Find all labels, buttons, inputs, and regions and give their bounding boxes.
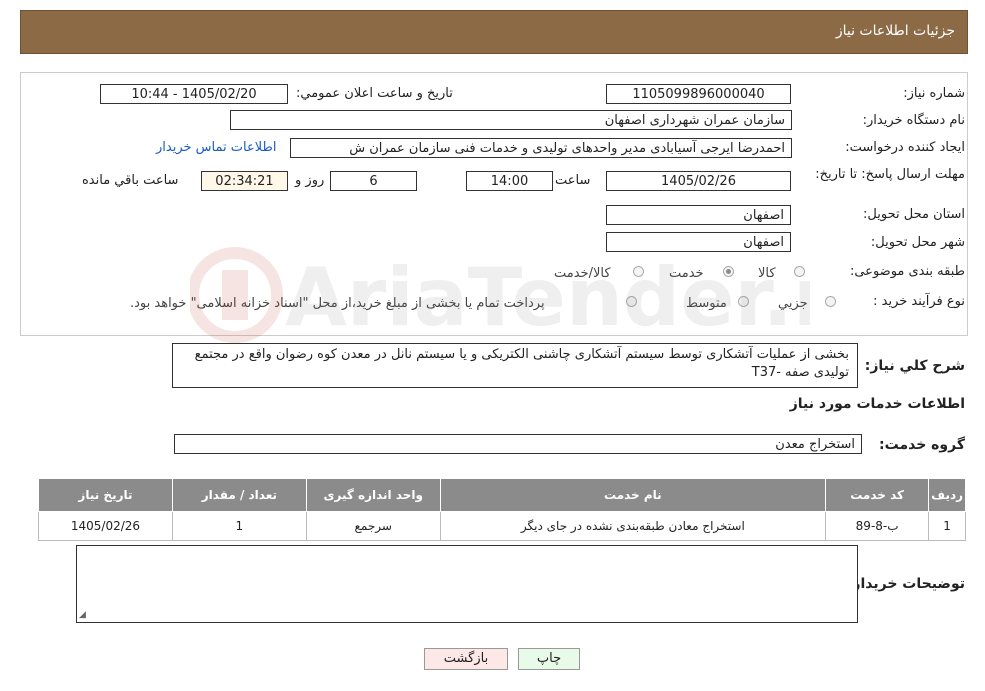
print-button[interactable]: چاپ	[518, 648, 580, 670]
col-qty-header: تعداد / مقدار	[171, 478, 307, 512]
process-option-medium: متوسط	[686, 296, 727, 311]
cell-qty: 1	[171, 511, 307, 541]
description-label: شرح کلي نياز:	[864, 358, 965, 374]
cell-date: 1405/02/26	[38, 511, 173, 541]
need-number-label: شماره نياز:	[903, 86, 965, 101]
creator-field[interactable]: احمدرضا ایرجی آسیابادی مدیر واحدهای تولی…	[290, 138, 792, 158]
deadline-time-field[interactable]: 14:00	[466, 171, 553, 191]
cell-name: استخراج معادن طبقه‌بندی نشده در جای دیگر	[439, 511, 827, 541]
buyer-notes-field[interactable]: ◢	[76, 545, 858, 623]
description-text: بخشی از عملیات آتشکاری توسط سیستم آتشکار…	[194, 347, 849, 380]
cell-unit: سرجمع	[305, 511, 441, 541]
back-button[interactable]: بازگشت	[424, 648, 508, 670]
buyer-org-field[interactable]: سازمان عمران شهرداری اصفهان	[230, 110, 792, 130]
category-radio-service[interactable]	[723, 266, 734, 277]
category-option-goods: کالا	[758, 266, 776, 281]
remaining-label: ساعت باقي مانده	[82, 173, 179, 188]
cell-code: ب-8-89	[824, 511, 930, 541]
city-field[interactable]: اصفهان	[606, 232, 791, 252]
resize-handle-icon[interactable]: ◢	[79, 610, 86, 620]
category-option-goods-service: کالا/خدمت	[554, 266, 611, 281]
category-option-service: خدمت	[669, 266, 704, 281]
days-field[interactable]: 6	[330, 171, 417, 191]
service-group-label: گروه خدمت:	[879, 437, 965, 453]
col-date-header: تاريخ نياز	[38, 478, 173, 512]
buyer-org-label: نام دستگاه خريدار:	[862, 113, 965, 128]
creator-label: ايجاد کننده درخواست:	[845, 140, 965, 155]
city-label: شهر محل تحويل:	[870, 235, 965, 250]
province-field[interactable]: اصفهان	[606, 205, 791, 225]
description-field[interactable]: بخشی از عملیات آتشکاری توسط سیستم آتشکار…	[172, 343, 858, 388]
col-row-header: رديف	[928, 478, 966, 512]
col-code-header: کد خدمت	[824, 478, 930, 512]
announce-field[interactable]: 1405/02/20 - 10:44	[100, 84, 288, 104]
cell-row: 1	[928, 511, 966, 541]
deadline-label: مهلت ارسال پاسخ: تا تاريخ:	[815, 167, 965, 182]
time-label: ساعت	[555, 173, 591, 188]
process-radio-small[interactable]	[825, 296, 836, 307]
page-title: جزئیات اطلاعات نیاز	[835, 23, 955, 39]
col-unit-header: واحد اندازه گيری	[305, 478, 441, 512]
page-header: جزئیات اطلاعات نیاز	[20, 10, 968, 54]
payment-note: پرداخت تمام يا بخشی از مبلغ خريد،از محل …	[130, 296, 545, 311]
contact-link[interactable]: اطلاعات تماس خريدار	[156, 140, 276, 155]
process-label: نوع فرآيند خريد :	[873, 294, 965, 309]
table-row: 1 ب-8-89 استخراج معادن طبقه‌بندی نشده در…	[38, 511, 966, 541]
province-label: استان محل تحويل:	[863, 207, 965, 222]
services-section-title: اطلاعات خدمات مورد نياز	[789, 396, 965, 412]
category-radio-goods-service[interactable]	[633, 266, 644, 277]
category-radio-goods[interactable]	[794, 266, 805, 277]
buyer-notes-label: توضيحات خريدار:	[846, 576, 965, 592]
payment-checkbox[interactable]	[626, 296, 637, 307]
deadline-date-field[interactable]: 1405/02/26	[606, 171, 791, 191]
service-group-field[interactable]: استخراج معدن	[174, 434, 862, 454]
announce-label: تاريخ و ساعت اعلان عمومي:	[296, 86, 453, 101]
need-number-field[interactable]: 1105099896000040	[606, 84, 791, 104]
col-name-header: نام خدمت	[439, 478, 827, 512]
category-label: طبقه بندی موضوعی:	[849, 264, 965, 279]
remaining-field[interactable]: 02:34:21	[201, 171, 288, 191]
process-radio-medium[interactable]	[738, 296, 749, 307]
process-option-small: جزيي	[778, 296, 808, 311]
days-label: روز و	[295, 173, 325, 188]
services-table: رديف کد خدمت نام خدمت واحد اندازه گيری ت…	[38, 478, 966, 541]
